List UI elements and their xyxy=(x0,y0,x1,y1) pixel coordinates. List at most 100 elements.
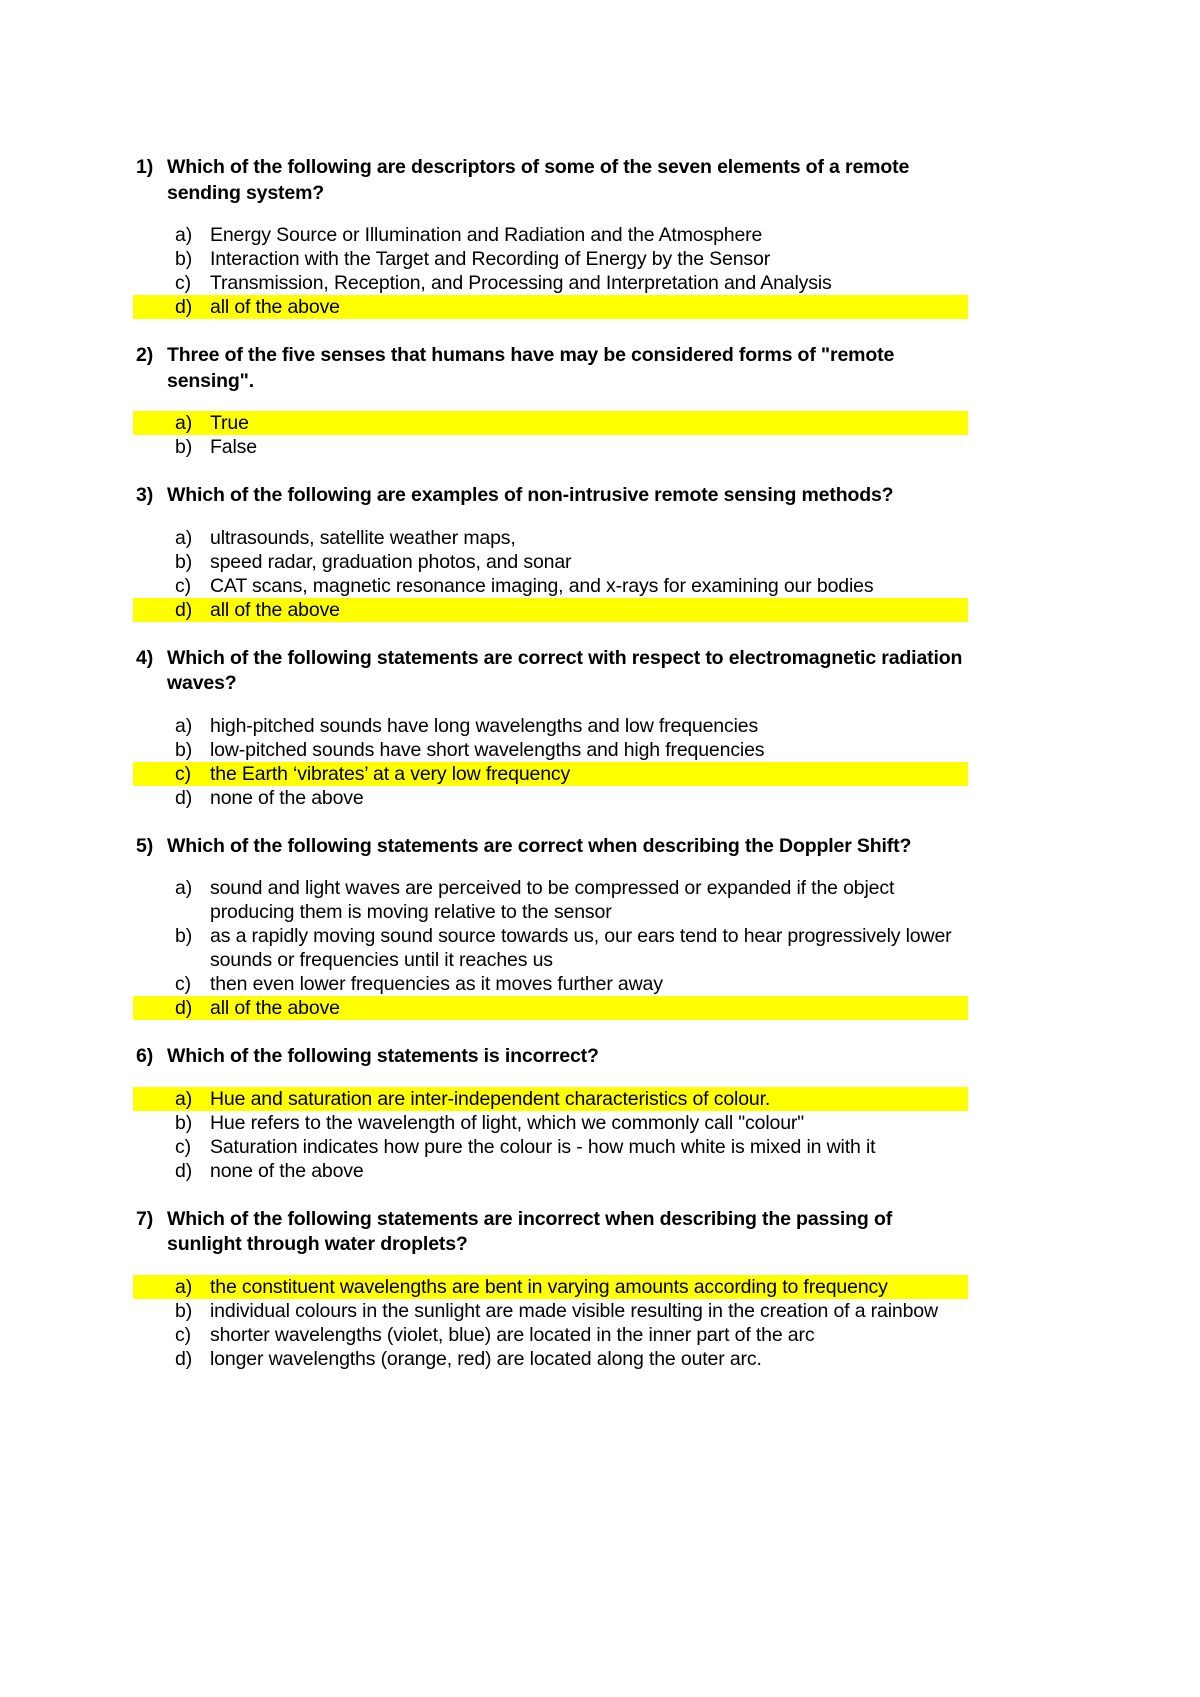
option-row[interactable]: b) as a rapidly moving sound source towar… xyxy=(136,924,968,972)
option-marker: a) xyxy=(175,877,193,899)
option-row[interactable]: a) high-pitched sounds have long waveleng… xyxy=(136,714,968,738)
option-marker: c) xyxy=(175,1135,191,1158)
option-marker: c) xyxy=(175,574,191,597)
option-marker: b) xyxy=(175,925,193,947)
question-block: 6) Which of the following statements is i… xyxy=(136,1044,968,1183)
option-row[interactable]: c) CAT scans, magnetic resonance imaging,… xyxy=(136,574,968,598)
option-row[interactable]: c) shorter wavelengths (violet, blue) are… xyxy=(136,1323,968,1347)
option-marker: c) xyxy=(175,1323,191,1346)
option-row[interactable]: a) sound and light waves are perceived to… xyxy=(136,876,968,924)
option-text: longer wavelengths (orange, red) are loc… xyxy=(210,1347,762,1370)
option-marker: c) xyxy=(175,973,191,995)
question-text: Which of the following statements is inc… xyxy=(167,1045,599,1067)
option-row[interactable]: b) speed radar, graduation photos, and so… xyxy=(136,550,968,574)
questions-container: 1) Which of the following are descriptors… xyxy=(136,155,968,1395)
option-list: a) True b) False xyxy=(136,411,968,459)
question-text: Which of the following statements are co… xyxy=(167,834,912,857)
question-heading: 6) Which of the following statements is i… xyxy=(136,1044,968,1070)
question-text: Which of the following statements are co… xyxy=(167,646,963,695)
option-marker: b) xyxy=(175,1299,193,1322)
option-list: a) the constituent wavelengths are bent i… xyxy=(136,1274,968,1371)
option-text: CAT scans, magnetic resonance imaging, a… xyxy=(210,574,874,597)
option-marker: a) xyxy=(136,1274,210,1299)
option-marker: a) xyxy=(136,411,210,435)
option-text: none of the above xyxy=(210,1159,364,1182)
question-heading: 5) Which of the following statements are … xyxy=(136,834,968,860)
option-row-highlighted[interactable]: d) all of the above xyxy=(136,295,968,319)
option-list: a) ultrasounds, satellite weather maps, b)… xyxy=(136,526,968,622)
option-row[interactable]: c) Saturation indicates how pure the colo… xyxy=(136,1135,968,1159)
option-marker: b) xyxy=(175,248,193,270)
question-number: 3) xyxy=(136,484,154,506)
option-text: all of the above xyxy=(210,597,968,622)
option-row-highlighted[interactable]: d) all of the above xyxy=(136,597,968,622)
option-row[interactable]: a) Energy Source or Illumination and Radi… xyxy=(136,223,968,247)
option-text: shorter wavelengths (violet, blue) are l… xyxy=(210,1323,815,1346)
option-text: Hue and saturation are inter-independent… xyxy=(210,1086,968,1111)
option-marker: d) xyxy=(175,786,193,809)
option-marker: b) xyxy=(175,436,193,458)
question-heading: 2) Three of the five senses that humans h… xyxy=(136,343,968,394)
question-block: 1) Which of the following are descriptors… xyxy=(136,155,968,319)
option-marker: b) xyxy=(175,738,193,761)
option-row[interactable]: d) none of the above xyxy=(136,1159,968,1183)
question-text: Which of the following are examples of n… xyxy=(167,484,894,506)
option-list: a) Energy Source or Illumination and Radi… xyxy=(136,223,968,319)
option-row[interactable]: d) longer wavelengths (orange, red) are l… xyxy=(136,1347,968,1371)
option-marker: a) xyxy=(136,1086,210,1111)
option-marker: d) xyxy=(175,1347,193,1370)
option-row-highlighted[interactable]: d) all of the above xyxy=(136,996,968,1020)
option-row-highlighted[interactable]: a) True xyxy=(136,411,968,435)
option-row[interactable]: c) Transmission, Reception, and Processin… xyxy=(136,271,968,295)
question-block: 7) Which of the following statements are … xyxy=(136,1207,968,1371)
question-number: 1) xyxy=(136,156,154,178)
option-marker: b) xyxy=(175,1111,193,1134)
option-marker: a) xyxy=(175,224,193,246)
option-row[interactable]: b) low-pitched sounds have short waveleng… xyxy=(136,738,968,762)
option-row[interactable]: b) False xyxy=(136,435,968,459)
option-row[interactable]: c) then even lower frequencies as it move… xyxy=(136,972,968,996)
question-block: 3) Which of the following are examples of… xyxy=(136,483,968,622)
option-marker: b) xyxy=(175,550,193,573)
option-row[interactable]: b) Hue refers to the wavelength of light,… xyxy=(136,1111,968,1135)
option-text: none of the above xyxy=(210,786,364,809)
question-block: 2) Three of the five senses that humans h… xyxy=(136,343,968,459)
option-text: the Earth ‘vibrates’ at a very low frequ… xyxy=(210,761,968,786)
option-text: all of the above xyxy=(210,996,968,1020)
option-row-highlighted[interactable]: a) the constituent wavelengths are bent i… xyxy=(136,1274,968,1299)
option-text: speed radar, graduation photos, and sona… xyxy=(210,550,572,573)
question-number: 5) xyxy=(136,834,154,857)
option-text: ultrasounds, satellite weather maps, xyxy=(210,526,516,549)
option-marker: d) xyxy=(136,996,210,1020)
question-number: 4) xyxy=(136,646,154,669)
option-marker: a) xyxy=(175,714,193,737)
option-text: Hue refers to the wavelength of light, w… xyxy=(210,1111,805,1134)
option-text: Transmission, Reception, and Processing … xyxy=(210,272,832,294)
option-text: Saturation indicates how pure the colour… xyxy=(210,1135,876,1158)
document-page: 1) Which of the following are descriptors… xyxy=(0,0,1200,1697)
question-heading: 7) Which of the following statements are … xyxy=(136,1207,968,1258)
option-text: high-pitched sounds have long wavelength… xyxy=(210,714,759,737)
question-text: Three of the five senses that humans hav… xyxy=(167,344,895,392)
question-number: 2) xyxy=(136,344,154,366)
option-text: False xyxy=(210,436,257,458)
option-row-highlighted[interactable]: a) Hue and saturation are inter-independe… xyxy=(136,1086,968,1111)
question-block: 5) Which of the following statements are … xyxy=(136,834,968,1020)
option-row[interactable]: b) Interaction with the Target and Record… xyxy=(136,247,968,271)
option-row[interactable]: d) none of the above xyxy=(136,786,968,810)
question-block: 4) Which of the following statements are … xyxy=(136,646,968,810)
option-row[interactable]: b) individual colours in the sunlight are… xyxy=(136,1299,968,1323)
question-number: 6) xyxy=(136,1045,154,1067)
question-text: Which of the following are descriptors o… xyxy=(167,156,910,204)
option-row[interactable]: a) ultrasounds, satellite weather maps, xyxy=(136,526,968,550)
option-text: Interaction with the Target and Recordin… xyxy=(210,248,771,270)
option-list: a) high-pitched sounds have long waveleng… xyxy=(136,714,968,810)
option-text: the constituent wavelengths are bent in … xyxy=(210,1274,968,1299)
option-marker: c) xyxy=(175,272,191,294)
option-marker: d) xyxy=(136,597,210,622)
question-text: Which of the following statements are in… xyxy=(167,1207,893,1256)
question-heading: 1) Which of the following are descriptors… xyxy=(136,155,968,206)
option-row-highlighted[interactable]: c) the Earth ‘vibrates’ at a very low fre… xyxy=(136,761,968,786)
option-list: a) Hue and saturation are inter-independe… xyxy=(136,1086,968,1183)
question-number: 7) xyxy=(136,1207,154,1230)
